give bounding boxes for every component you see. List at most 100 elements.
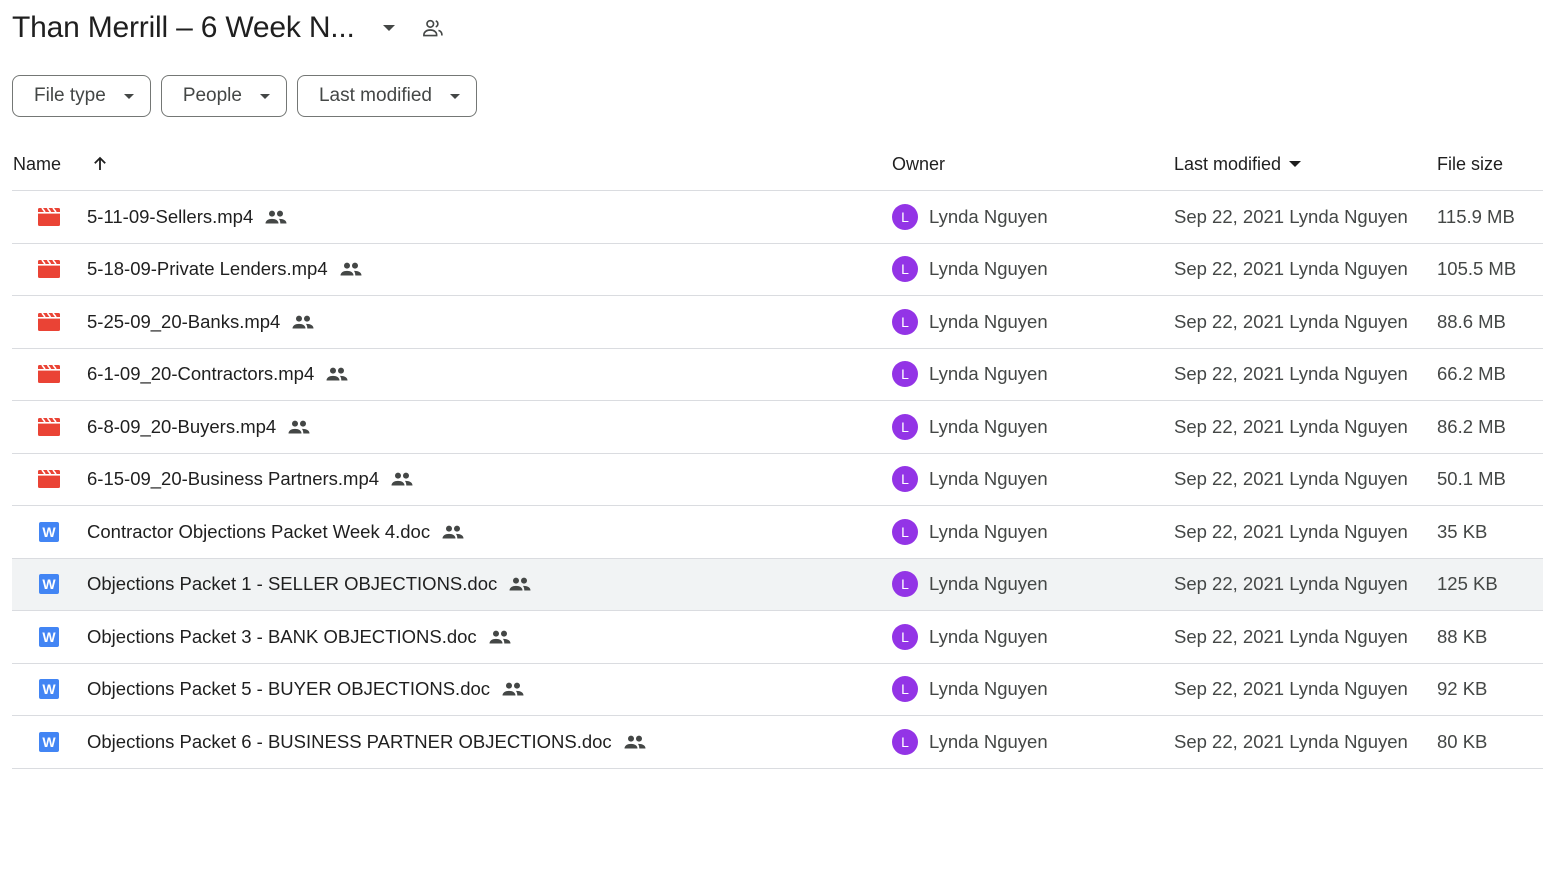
table-row[interactable]: W Objections Packet 6 - BUSINESS PARTNER… xyxy=(12,716,1543,769)
doc-letter: W xyxy=(39,626,59,647)
doc-letter: W xyxy=(39,574,59,595)
shared-icon xyxy=(265,210,287,224)
video-file-icon xyxy=(38,468,60,490)
filter-file-type[interactable]: File type xyxy=(12,75,151,117)
owner-name: Lynda Nguyen xyxy=(929,258,1048,280)
file-name[interactable]: 5-11-09-Sellers.mp4 xyxy=(87,206,253,228)
sort-arrow-up-icon[interactable] xyxy=(91,155,109,173)
file-name-cell: W Objections Packet 3 - BANK OBJECTIONS.… xyxy=(12,626,892,648)
owner-cell: L Lynda Nguyen xyxy=(892,518,1174,545)
owner-name: Lynda Nguyen xyxy=(929,573,1048,595)
video-file-icon xyxy=(38,416,60,438)
owner-name: Lynda Nguyen xyxy=(929,468,1048,490)
filter-label: Last modified xyxy=(318,85,432,106)
caret-down-icon xyxy=(1289,161,1302,167)
file-rows: 5-11-09-Sellers.mp4 L Lynda Nguyen Sep 2… xyxy=(12,191,1543,769)
avatar: L xyxy=(892,623,918,650)
doc-letter: W xyxy=(39,731,59,752)
last-modified-cell: Sep 22, 2021 Lynda Nguyen xyxy=(1174,468,1408,490)
table-row[interactable]: 5-25-09_20-Banks.mp4 L Lynda Nguyen Sep … xyxy=(12,296,1543,349)
table-row[interactable]: W Objections Packet 1 - SELLER OBJECTION… xyxy=(12,558,1543,611)
table-row[interactable]: 6-1-09_20-Contractors.mp4 L Lynda Nguyen… xyxy=(12,349,1543,401)
shared-icon xyxy=(292,315,314,329)
word-doc-icon: W xyxy=(38,678,60,700)
people-outline-icon[interactable] xyxy=(415,10,451,46)
word-doc-icon: W xyxy=(38,626,60,648)
file-name-cell: W Objections Packet 1 - SELLER OBJECTION… xyxy=(12,573,892,595)
folder-title[interactable]: Than Merrill – 6 Week N... xyxy=(12,11,355,45)
table-row[interactable]: 6-15-09_20-Business Partners.mp4 L Lynda… xyxy=(12,454,1543,506)
file-size-cell: 105.5 MB xyxy=(1437,258,1517,280)
doc-letter: W xyxy=(39,521,59,542)
file-name-cell: 6-1-09_20-Contractors.mp4 xyxy=(12,363,892,385)
file-size-cell: 50.1 MB xyxy=(1437,468,1506,490)
file-name[interactable]: Objections Packet 5 - BUYER OBJECTIONS.d… xyxy=(87,678,490,700)
doc-letter: W xyxy=(39,679,59,700)
file-name[interactable]: Contractor Objections Packet Week 4.doc xyxy=(87,521,430,543)
last-modified-cell: Sep 22, 2021 Lynda Nguyen xyxy=(1174,258,1408,280)
column-header-last-modified[interactable]: Last modified xyxy=(1174,154,1437,175)
table-row[interactable]: 5-18-09-Private Lenders.mp4 L Lynda Nguy… xyxy=(12,244,1543,296)
word-doc-icon: W xyxy=(38,521,60,543)
filter-chips: File type People Last modified xyxy=(12,75,477,117)
owner-cell: L Lynda Nguyen xyxy=(892,203,1174,230)
column-header-owner: Owner xyxy=(892,153,946,174)
shared-icon xyxy=(391,472,413,486)
file-size-cell: 35 KB xyxy=(1437,520,1488,542)
file-name[interactable]: Objections Packet 6 - BUSINESS PARTNER O… xyxy=(87,731,612,753)
file-list-header: Name Owner Last modified File size xyxy=(12,138,1543,191)
shared-icon xyxy=(326,367,348,381)
column-label: Last modified xyxy=(1174,153,1282,174)
avatar: L xyxy=(892,518,918,545)
avatar: L xyxy=(892,203,918,230)
column-header-name[interactable]: Name xyxy=(12,154,892,175)
caret-down-icon xyxy=(259,93,270,99)
file-size-cell: 125 KB xyxy=(1437,573,1498,595)
avatar: L xyxy=(892,728,918,755)
chevron-down-icon[interactable] xyxy=(371,10,407,46)
filter-people[interactable]: People xyxy=(160,75,287,117)
owner-name: Lynda Nguyen xyxy=(929,520,1048,542)
avatar: L xyxy=(892,676,918,703)
table-row[interactable]: 5-11-09-Sellers.mp4 L Lynda Nguyen Sep 2… xyxy=(12,191,1543,244)
file-name[interactable]: 5-25-09_20-Banks.mp4 xyxy=(87,311,280,333)
avatar: L xyxy=(892,413,918,440)
file-name[interactable]: Objections Packet 1 - SELLER OBJECTIONS.… xyxy=(87,573,497,595)
table-row[interactable]: 6-8-09_20-Buyers.mp4 L Lynda Nguyen Sep … xyxy=(12,401,1543,454)
file-size-cell: 66.2 MB xyxy=(1437,363,1506,385)
last-modified-cell: Sep 22, 2021 Lynda Nguyen xyxy=(1174,415,1408,437)
avatar: L xyxy=(892,571,918,598)
last-modified-cell: Sep 22, 2021 Lynda Nguyen xyxy=(1174,573,1408,595)
owner-name: Lynda Nguyen xyxy=(929,730,1048,752)
file-name-cell: W Contractor Objections Packet Week 4.do… xyxy=(12,521,892,543)
table-row[interactable]: W Objections Packet 5 - BUYER OBJECTIONS… xyxy=(12,664,1543,716)
filter-last-modified[interactable]: Last modified xyxy=(296,75,477,117)
file-name[interactable]: 6-8-09_20-Buyers.mp4 xyxy=(87,416,276,438)
owner-cell: L Lynda Nguyen xyxy=(892,308,1174,335)
owner-cell: L Lynda Nguyen xyxy=(892,676,1174,703)
avatar: L xyxy=(892,361,918,388)
owner-cell: L Lynda Nguyen xyxy=(892,256,1174,283)
file-name[interactable]: Objections Packet 3 - BANK OBJECTIONS.do… xyxy=(87,626,477,648)
filter-label: People xyxy=(182,85,242,106)
table-row[interactable]: W Contractor Objections Packet Week 4.do… xyxy=(12,506,1543,559)
file-name-cell: 5-18-09-Private Lenders.mp4 xyxy=(12,258,892,280)
file-name-cell: 6-8-09_20-Buyers.mp4 xyxy=(12,416,892,438)
avatar: L xyxy=(892,308,918,335)
last-modified-cell: Sep 22, 2021 Lynda Nguyen xyxy=(1174,625,1408,647)
owner-cell: L Lynda Nguyen xyxy=(892,466,1174,493)
file-name[interactable]: 6-15-09_20-Business Partners.mp4 xyxy=(87,468,379,490)
file-name[interactable]: 5-18-09-Private Lenders.mp4 xyxy=(87,258,328,280)
word-doc-icon: W xyxy=(38,731,60,753)
shared-icon xyxy=(442,525,464,539)
file-name-cell: W Objections Packet 6 - BUSINESS PARTNER… xyxy=(12,731,892,753)
file-size-cell: 88 KB xyxy=(1437,625,1488,647)
table-row[interactable]: W Objections Packet 3 - BANK OBJECTIONS.… xyxy=(12,611,1543,664)
owner-cell: L Lynda Nguyen xyxy=(892,361,1174,388)
owner-cell: L Lynda Nguyen xyxy=(892,728,1174,755)
file-name-cell: 5-11-09-Sellers.mp4 xyxy=(12,206,892,228)
last-modified-cell: Sep 22, 2021 Lynda Nguyen xyxy=(1174,363,1408,385)
file-size-cell: 92 KB xyxy=(1437,678,1488,700)
shared-icon xyxy=(509,577,531,591)
file-name[interactable]: 6-1-09_20-Contractors.mp4 xyxy=(87,363,314,385)
